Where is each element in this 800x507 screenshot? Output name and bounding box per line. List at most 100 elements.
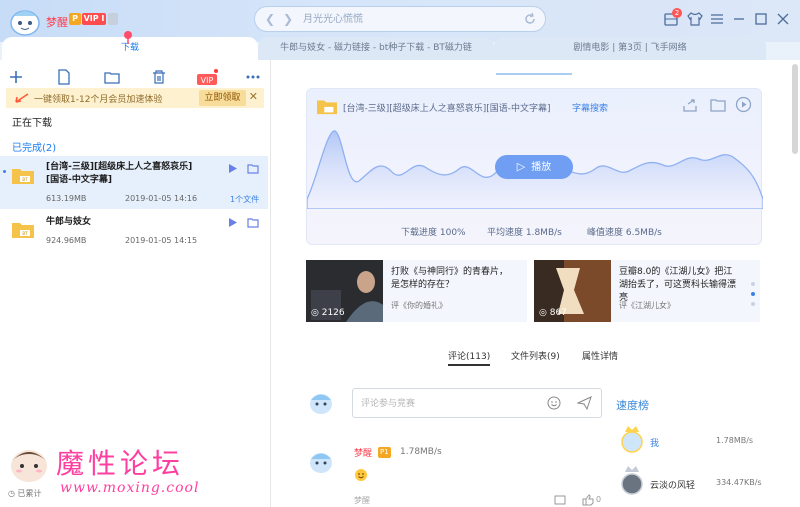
claim-button[interactable]: 立即领取 xyxy=(199,90,246,106)
carousel-dot[interactable] xyxy=(751,302,755,306)
folder-icon[interactable] xyxy=(247,217,259,228)
download-size: 924.96MB xyxy=(46,236,87,245)
view-count-value: 867 xyxy=(549,308,567,318)
comment-level-badge: P1 xyxy=(378,447,391,458)
back-icon[interactable]: ❮ xyxy=(265,12,275,26)
subtitle-search-link[interactable]: 字幕搜索 xyxy=(572,101,608,114)
comment-footer-user: 梦醒 xyxy=(354,496,370,505)
news-source: 评《江湖儿女》 xyxy=(619,301,675,310)
news-card[interactable]: ◎ 867 豆瓣8.0的《江湖儿女》把江湖抬丢了，可这贾科长输得漂亮 评《江湖儿… xyxy=(534,260,760,322)
tab-files[interactable]: 文件列表(9) xyxy=(511,349,560,362)
send-icon[interactable] xyxy=(577,396,592,410)
comment-box[interactable] xyxy=(352,388,602,418)
maximize-icon[interactable] xyxy=(752,10,770,28)
view-count-value: 2126 xyxy=(321,308,345,318)
avatar xyxy=(310,394,332,414)
pane-divider[interactable] xyxy=(270,60,271,507)
comment-input[interactable] xyxy=(361,397,541,411)
speed-ranking-title: 速度榜 xyxy=(616,399,649,412)
watermark-title: 魔性论坛 xyxy=(56,447,185,480)
completed-section[interactable]: 已完成(2) xyxy=(12,139,56,154)
play-icon[interactable] xyxy=(227,163,238,174)
message-count: 2 xyxy=(672,8,682,18)
bt-folder-icon: BT xyxy=(12,223,34,238)
level-badge xyxy=(108,13,118,25)
add-icon[interactable] xyxy=(7,68,25,86)
ranking-speed: 334.47KB/s xyxy=(716,478,762,487)
ranking-speed: 1.78MB/s xyxy=(716,436,754,445)
download-name-line1: 牛郎与妓女 xyxy=(46,217,92,227)
shirt-icon[interactable] xyxy=(686,10,704,28)
download-date: 2019-01-05 14:16 xyxy=(125,194,198,203)
p-badge: P xyxy=(69,13,81,25)
play-circle-icon[interactable] xyxy=(735,96,752,113)
play-icon[interactable] xyxy=(227,217,238,228)
download-progress: 下载进度 100% xyxy=(401,228,466,238)
play-icon: ▷ xyxy=(516,160,526,173)
carousel-dot-active[interactable] xyxy=(751,292,755,296)
download-name-line1: [台湾-三级][超级床上人之喜怒哀乐] xyxy=(46,162,193,172)
file-count[interactable]: 1个文件 xyxy=(230,194,259,205)
view-count: ◎ 2126 xyxy=(311,308,345,318)
bt-folder-icon xyxy=(317,100,337,115)
news-source: 评《你的婚礼》 xyxy=(391,301,447,310)
like-icon[interactable] xyxy=(582,494,594,506)
file-title: [台湾-三级][超级床上人之喜怒哀乐][国语-中文字幕] xyxy=(343,104,551,114)
carousel-dot[interactable] xyxy=(751,282,755,286)
new-file-icon[interactable] xyxy=(55,68,73,86)
more-icon[interactable] xyxy=(244,68,262,86)
player-card: [台湾-三级][超级床上人之喜怒哀乐][国语-中文字幕] 字幕搜索 ▷ 播放 下载… xyxy=(306,88,763,245)
downloading-section[interactable]: 正在下载 xyxy=(12,114,52,129)
reply-icon[interactable] xyxy=(554,495,566,506)
open-folder-icon[interactable] xyxy=(103,68,121,86)
share-icon[interactable] xyxy=(682,97,698,113)
search-input[interactable] xyxy=(303,11,513,27)
selected-dot xyxy=(3,170,6,173)
vip-icon[interactable]: VIP xyxy=(196,68,218,86)
vip-badge[interactable]: VIP I xyxy=(82,13,106,25)
news-card[interactable]: ◎ 2126 打败《与神同行》的青春片，是怎样的存在？ 评《你的婚礼》 xyxy=(306,260,527,322)
download-item[interactable]: BT 牛郎与妓女 924.96MB 2019-01-05 14:15 xyxy=(0,210,268,254)
tab-strip: 下载 牛郎与妓女 - 磁力链接 - bt种子下载 - BT磁力链 剧情电影 | … xyxy=(0,31,800,60)
arrow-icon xyxy=(15,93,29,103)
download-toolbar: VIP xyxy=(0,66,270,90)
loading-indicator xyxy=(496,73,572,75)
menu-icon[interactable] xyxy=(708,10,726,28)
promo-banner: 一键领取1-12个月会员加速体验 立即领取 ✕ xyxy=(6,88,264,108)
watermark: 魔性论坛 www.moxing.cool xyxy=(0,440,220,507)
promo-close-icon[interactable]: ✕ xyxy=(249,90,258,103)
svg-text:BT: BT xyxy=(22,231,28,236)
folder-icon[interactable] xyxy=(247,163,259,174)
watermark-mascot xyxy=(11,450,47,482)
tab-download-label: 下载 xyxy=(120,43,139,53)
minimize-icon[interactable] xyxy=(730,10,748,28)
username[interactable]: 梦醒 xyxy=(46,14,68,30)
emoji-icon[interactable] xyxy=(547,396,561,410)
tab-comments[interactable]: 评论(113) xyxy=(448,349,490,362)
refresh-icon[interactable] xyxy=(523,12,537,26)
close-icon[interactable] xyxy=(774,10,792,28)
watermark-url: www.moxing.cool xyxy=(60,480,200,496)
ranking-name[interactable]: 云淡の风轻 xyxy=(650,478,695,491)
play-label: 播放 xyxy=(531,162,552,173)
comment-username[interactable]: 梦醒 xyxy=(354,446,372,459)
svg-text:BT: BT xyxy=(22,177,28,182)
forward-icon[interactable]: ❯ xyxy=(283,12,293,26)
tab-movie-label: 剧情电影 | 第3页 | 飞手网络 xyxy=(573,43,687,53)
pin-icon xyxy=(124,31,132,44)
news-title[interactable]: 打败《与神同行》的青春片，是怎样的存在？ xyxy=(391,266,511,292)
scrollbar[interactable] xyxy=(792,64,798,154)
app-logo-icon[interactable] xyxy=(8,6,42,36)
address-bar[interactable]: ❮ ❯ xyxy=(254,6,546,32)
delete-icon[interactable] xyxy=(150,68,168,86)
tab-magnet-page[interactable]: 牛郎与妓女 - 磁力链接 - bt种子下载 - BT磁力链 xyxy=(258,37,494,60)
download-size: 613.19MB xyxy=(46,194,87,203)
tab-properties[interactable]: 属性详情 xyxy=(582,349,618,362)
download-item[interactable]: BT [台湾-三级][超级床上人之喜怒哀乐] [国语-中文字幕] 613.19M… xyxy=(0,156,268,209)
tab-movie-page[interactable]: 剧情电影 | 第3页 | 飞手网络 xyxy=(494,37,766,60)
folder-icon[interactable] xyxy=(710,97,726,113)
ranking-name[interactable]: 我 xyxy=(650,436,659,449)
play-button[interactable]: ▷ 播放 xyxy=(495,155,573,179)
download-date: 2019-01-05 14:15 xyxy=(125,236,198,245)
download-name-line2: [国语-中文字幕] xyxy=(46,175,112,185)
